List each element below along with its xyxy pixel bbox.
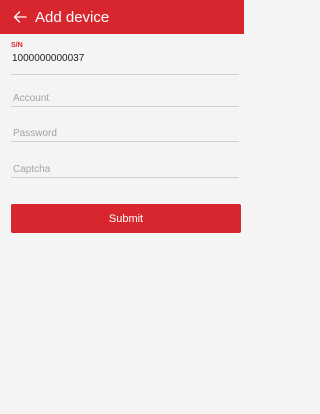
page-title: Add device — [35, 8, 110, 26]
sn-field: S/N 1000000000037 — [11, 42, 239, 78]
submit-label: Submit — [108, 212, 144, 225]
submit-button[interactable]: Submit — [11, 204, 241, 233]
sn-label: S/N — [11, 42, 23, 49]
sn-underline — [11, 74, 239, 75]
arrow-left-icon — [13, 11, 27, 23]
account-field[interactable]: Account — [11, 90, 239, 110]
password-field[interactable]: Password — [11, 125, 239, 145]
captcha-underline — [11, 177, 239, 178]
back-button[interactable] — [6, 0, 34, 34]
sn-value: 1000000000037 — [12, 53, 85, 64]
captcha-field[interactable]: Captcha — [11, 161, 239, 181]
add-device-screen: Add device S/N 1000000000037 Account Pas… — [0, 0, 244, 414]
password-underline — [11, 141, 239, 142]
app-bar: Add device — [0, 0, 244, 34]
account-underline — [11, 106, 239, 107]
